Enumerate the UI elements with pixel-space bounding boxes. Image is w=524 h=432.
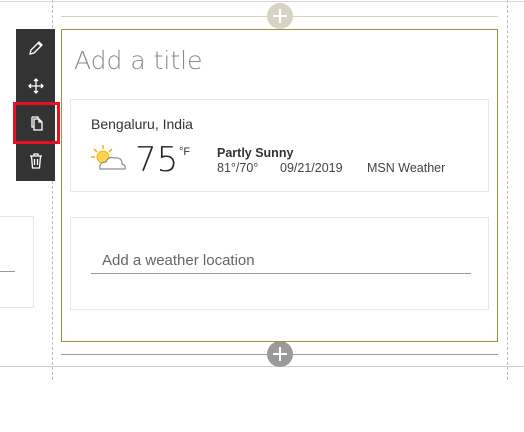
add-webpart-bottom-button[interactable] <box>267 341 293 367</box>
weather-temperature: 75 <box>135 140 179 180</box>
adjacent-input-line <box>0 271 15 272</box>
weather-condition: Partly Sunny <box>217 146 294 160</box>
edit-webpart-button[interactable] <box>16 29 55 67</box>
weather-source-link[interactable]: MSN Weather <box>367 161 445 175</box>
partly-sunny-icon <box>91 145 126 170</box>
move-arrows-icon <box>27 78 44 94</box>
weather-date: 09/21/2019 <box>280 161 343 175</box>
move-webpart-button[interactable] <box>16 67 55 105</box>
webpart-toolbar <box>13 29 60 181</box>
delete-webpart-button[interactable] <box>16 142 55 180</box>
weather-card[interactable]: Bengaluru, India 75 °F Partly Sunny 81°/… <box>70 99 489 192</box>
pencil-icon <box>28 41 43 55</box>
trash-icon <box>29 153 42 169</box>
add-webpart-top-button[interactable] <box>267 3 293 29</box>
webpart-title-placeholder[interactable]: Add a title <box>74 46 203 75</box>
copy-icon <box>30 116 43 131</box>
weather-high-low: 81°/70° <box>217 161 259 175</box>
weather-webpart[interactable]: Add a title Bengaluru, India 75 °F Partl… <box>61 29 498 342</box>
section-guide-right <box>507 0 508 380</box>
location-card <box>70 217 489 310</box>
weather-unit: °F <box>179 146 191 158</box>
section-bottom-border <box>0 366 524 367</box>
adjacent-webpart <box>0 216 34 308</box>
weather-city: Bengaluru, India <box>91 116 193 132</box>
duplicate-webpart-button[interactable] <box>13 102 60 144</box>
section-top-border <box>0 1 524 2</box>
weather-location-input[interactable] <box>91 248 471 274</box>
